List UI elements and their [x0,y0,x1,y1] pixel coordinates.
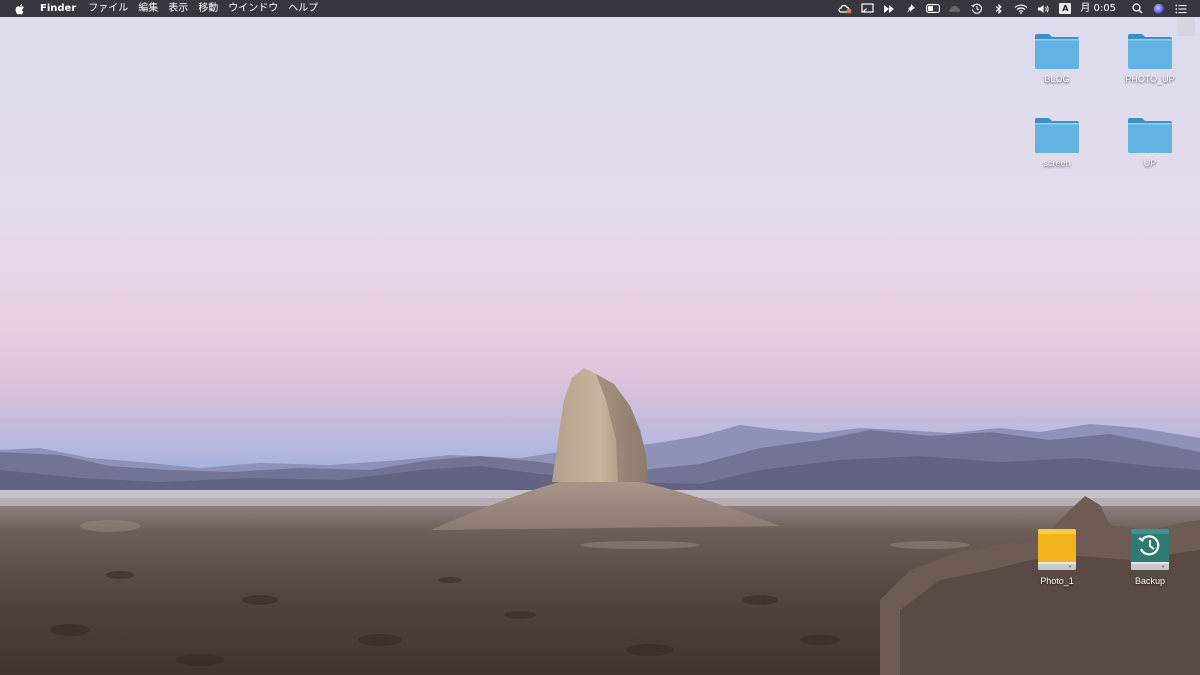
input-method-icon[interactable]: A [1059,3,1072,14]
siri-icon[interactable] [1148,0,1170,17]
folder-icon [1033,26,1081,70]
fast-forward-icon[interactable] [878,0,900,17]
notification-center-icon[interactable] [1170,0,1192,17]
desktop-folder-photo-up[interactable]: PHOTO_UP [1110,26,1190,84]
pin-icon[interactable] [900,0,922,17]
desktop-folder-blog[interactable]: BLOG [1017,26,1097,84]
toggle-icon[interactable] [922,0,944,17]
menu-bar: Finder ファイル 編集 表示 移動 ウインドウ ヘルプ A 月 0:05 [0,0,1200,17]
apple-menu-icon[interactable] [12,0,28,17]
menu-edit[interactable]: 編集 [136,0,166,17]
spotlight-search-icon[interactable] [1126,0,1148,17]
wifi-icon[interactable] [1010,0,1032,17]
drive-label: Backup [1134,576,1166,586]
menu-view[interactable]: 表示 [166,0,196,17]
time-machine-drive-icon [1126,528,1174,572]
desktop-drive-photo-1[interactable]: Photo_1 [1017,528,1097,586]
folder-label: UP [1143,158,1157,168]
menu-app-finder[interactable]: Finder [38,0,86,17]
external-drive-icon [1033,528,1081,572]
airplay-display-icon[interactable] [856,0,878,17]
drive-label: Photo_1 [1040,576,1074,586]
desktop-folder-screen[interactable]: screen [1017,110,1097,168]
menu-file[interactable]: ファイル [86,0,136,17]
creative-cloud-icon[interactable] [834,0,856,17]
folder-label: screen [1043,158,1071,168]
folder-label: BLOG [1044,74,1070,84]
bluetooth-icon[interactable] [988,0,1010,17]
folder-icon [1126,110,1174,154]
folder-icon [1033,110,1081,154]
folder-label: PHOTO_UP [1125,74,1175,84]
desktop-folder-up[interactable]: UP [1110,110,1190,168]
menu-clock[interactable]: 月 0:05 [1076,0,1126,17]
menu-go[interactable]: 移動 [196,0,226,17]
time-machine-icon[interactable] [966,0,988,17]
folder-icon [1126,26,1174,70]
menu-help[interactable]: ヘルプ [286,0,326,17]
menu-window[interactable]: ウインドウ [226,0,286,17]
volume-icon[interactable] [1032,0,1054,17]
cloud-icon[interactable] [944,0,966,17]
desktop-drive-backup[interactable]: Backup [1110,528,1190,586]
